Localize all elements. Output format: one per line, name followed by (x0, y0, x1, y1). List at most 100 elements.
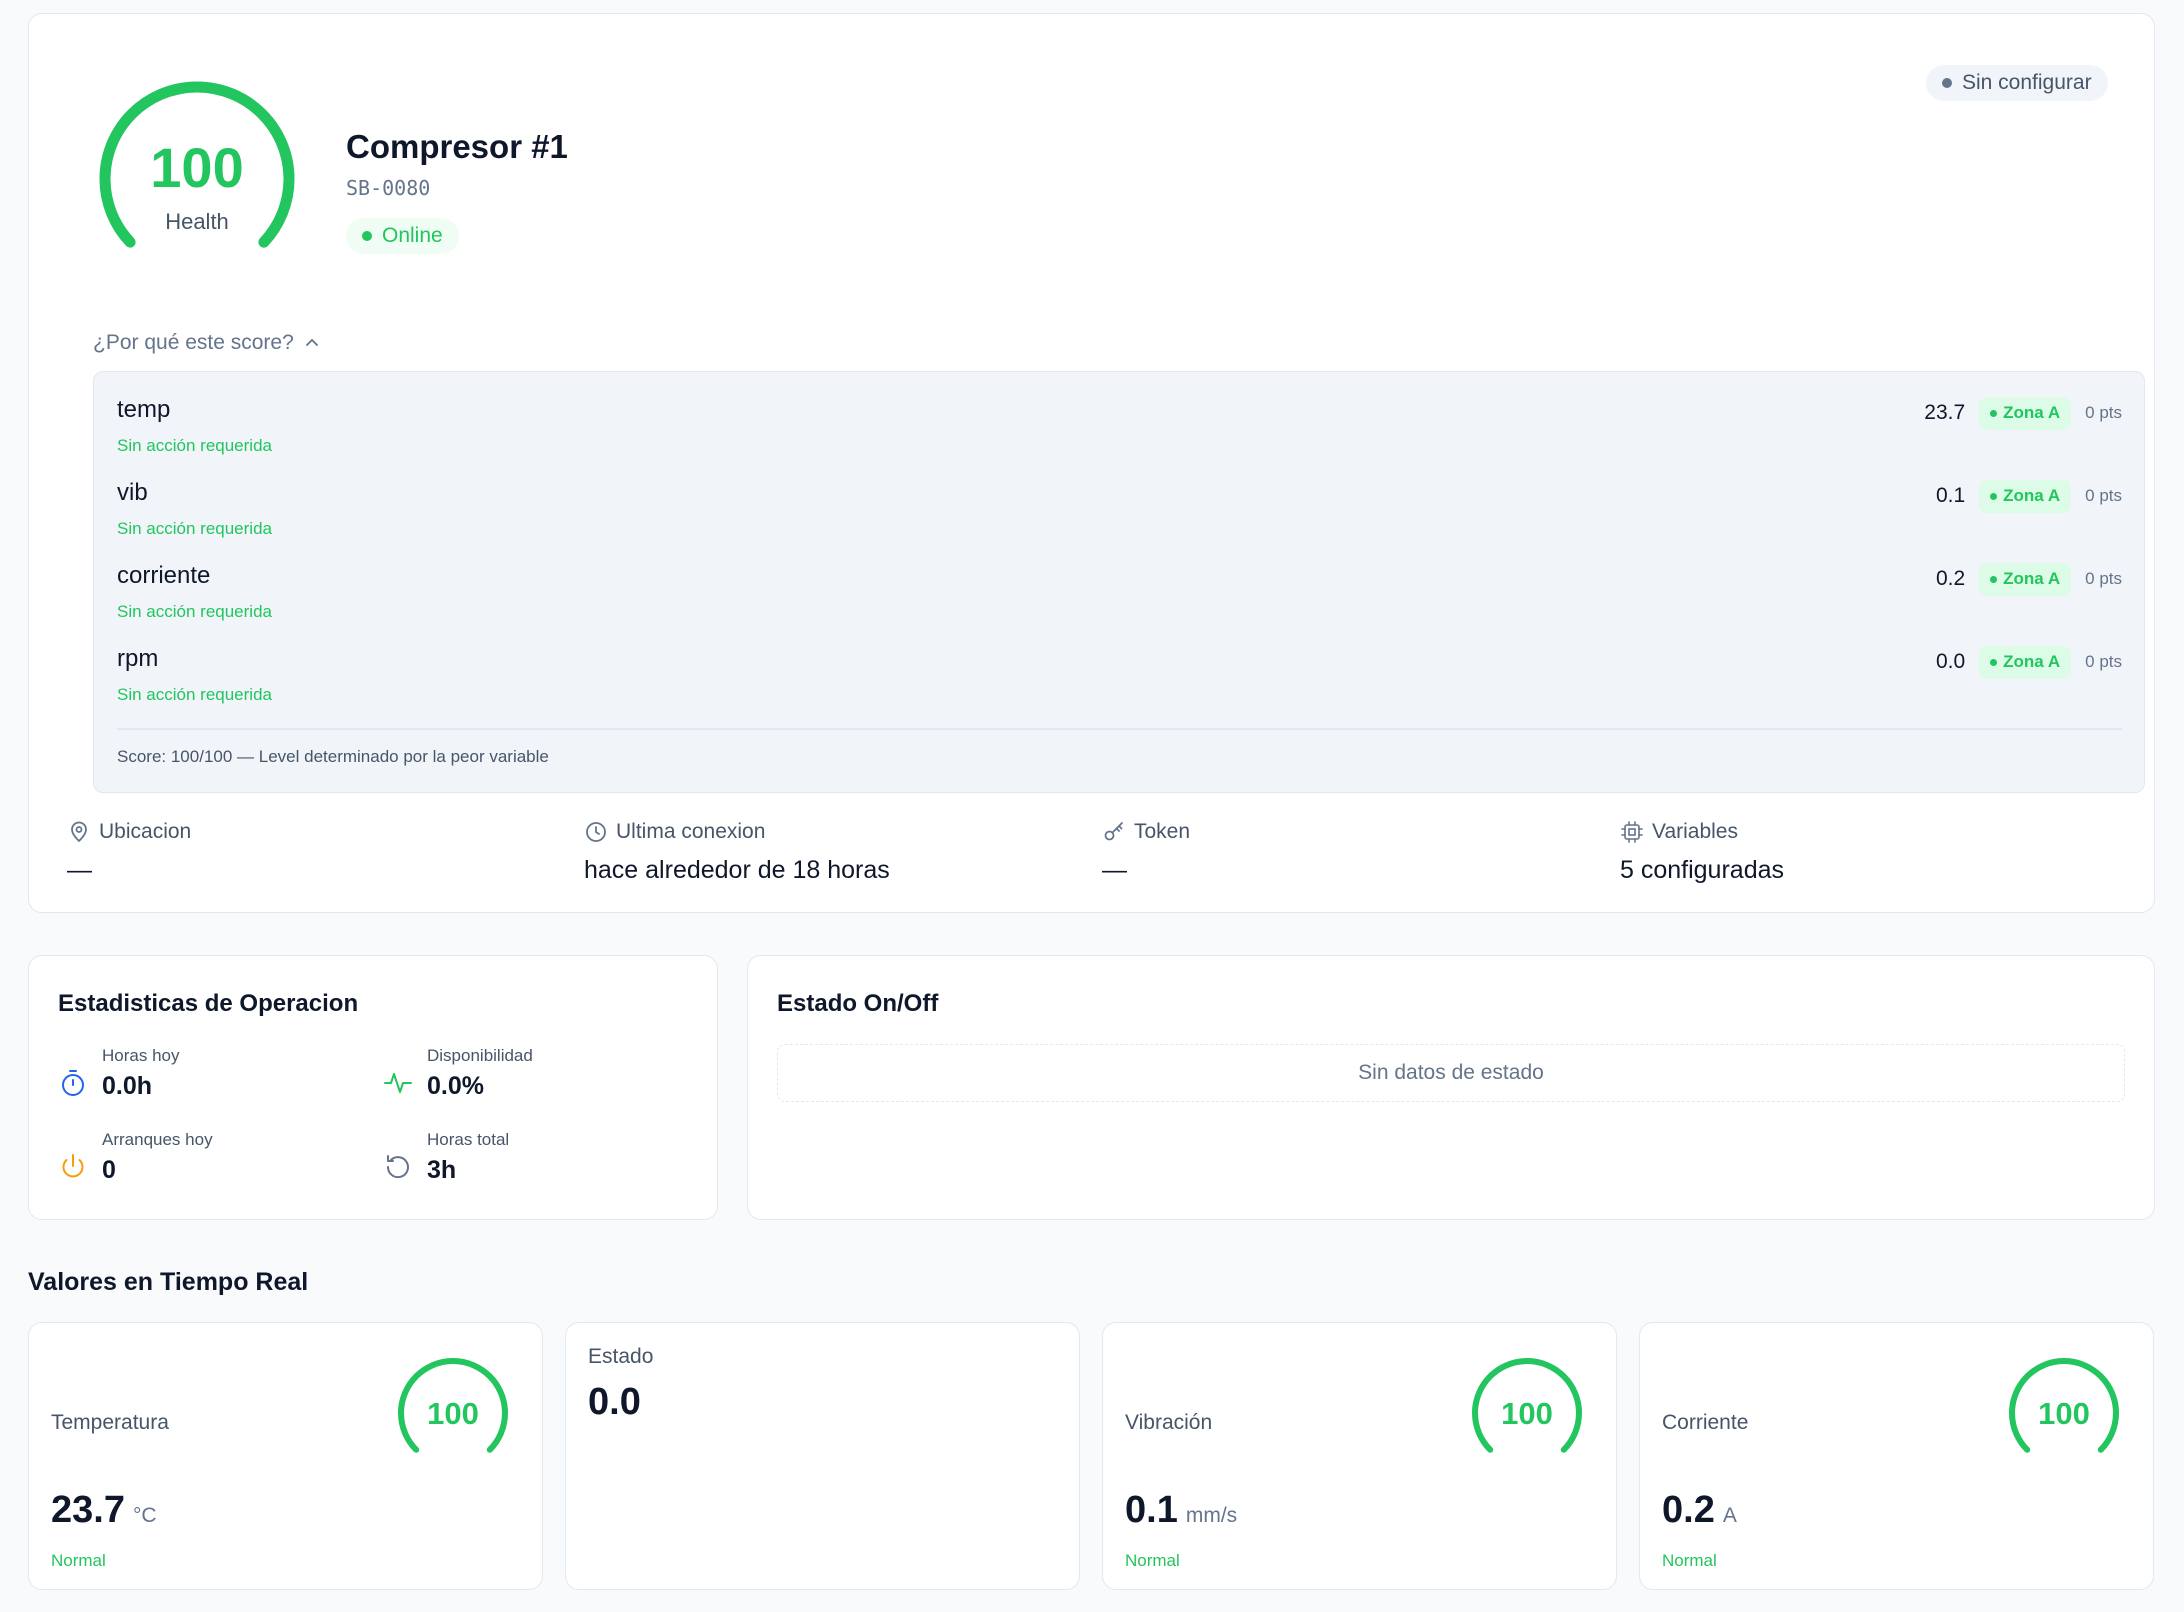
info-variables-value: 5 configuradas (1620, 856, 1785, 884)
variable-action: Sin acción requerida (117, 602, 272, 621)
zone-badge: Zona A (1979, 396, 2072, 430)
realtime-value-number: 23.7 (51, 1489, 125, 1531)
divider (117, 728, 2122, 730)
stat-total-hours-value: 3h (427, 1156, 457, 1184)
variable-value: 0.2 (1935, 567, 1966, 590)
info-variables: Variables 5 configuradas (1620, 820, 1784, 885)
variable-action: Sin acción requerida (117, 519, 272, 538)
online-status-text: Online (382, 224, 443, 247)
realtime-value: 0.1 mm/s (1125, 1489, 1237, 1532)
history-icon (386, 1155, 409, 1179)
variable-name: rpm (117, 645, 159, 672)
stat-starts-today-value: 0 (102, 1156, 116, 1184)
zone-label: Zona A (2003, 569, 2061, 588)
info-last-connection-label: Ultima conexion (616, 820, 766, 843)
stat-hours-today: Horas hoy 0.0h (58, 1046, 179, 1101)
zone-label: Zona A (2003, 486, 2061, 505)
realtime-value-unit: mm/s (1185, 1504, 1238, 1527)
variable-action: Sin acción requerida (117, 436, 272, 455)
realtime-card-vibration: Vibración 100 0.1 mm/s Normal (1102, 1322, 1617, 1590)
score-variable-row: rpm Sin acción requerida 0.0 Zona A 0 pt… (94, 645, 2144, 725)
device-name: Compresor #1 (346, 128, 568, 165)
realtime-gauge-score: 100 (1501, 1396, 1553, 1431)
score-explanation-toggle[interactable]: ¿Por qué este score? (93, 331, 320, 355)
zone-label: Zona A (2003, 403, 2061, 422)
config-status-text: Sin configurar (1962, 71, 2092, 94)
health-label: Health (165, 209, 229, 234)
stat-hours-today-label: Horas hoy (102, 1046, 180, 1065)
realtime-value-number: 0.1 (1125, 1489, 1178, 1531)
realtime-card-current: Corriente 100 0.2 A Normal (1639, 1322, 2154, 1590)
power-icon (62, 1154, 84, 1178)
variable-value: 23.7 (1924, 401, 1966, 424)
realtime-value-number: 0.0 (588, 1381, 641, 1423)
stat-availability-label: Disponibilidad (427, 1046, 533, 1065)
info-token-value: — (1102, 856, 1127, 884)
zone-dot-icon (1990, 409, 1998, 417)
realtime-gauge-score: 100 (427, 1396, 479, 1431)
variable-action: Sin acción requerida (117, 685, 272, 704)
score-summary: Score: 100/100 — Level determinado por l… (117, 747, 549, 766)
zone-badge: Zona A (1979, 479, 2072, 513)
stat-total-hours: Horas total 3h (383, 1130, 509, 1185)
info-location-value: — (67, 856, 92, 884)
stat-total-hours-label: Horas total (427, 1130, 510, 1149)
realtime-value: 23.7 °C (51, 1489, 157, 1532)
stopwatch-icon (62, 1070, 84, 1096)
variable-points: 0 pts (2085, 569, 2122, 588)
zone-badge: Zona A (1979, 562, 2072, 596)
info-last-connection-value: hace alrededor de 18 horas (584, 856, 890, 884)
online-status-badge: Online (346, 218, 459, 254)
realtime-card-state: Estado 0.0 (565, 1322, 1080, 1590)
map-pin-icon (71, 821, 87, 842)
realtime-card-temperature: Temperatura 100 23.7 °C Normal (28, 1322, 543, 1590)
health-score: 100 (150, 136, 244, 199)
zone-badge: Zona A (1979, 645, 2072, 679)
realtime-label: Corriente (1662, 1411, 1749, 1434)
clock-icon (586, 822, 606, 842)
on-off-state-card: Estado On/Off Sin datos de estado (747, 955, 2155, 1220)
variable-name: temp (117, 396, 171, 423)
chip-icon (1621, 821, 1643, 843)
on-off-title: Estado On/Off (777, 990, 939, 1017)
operation-stats-card: Estadisticas de Operacion Horas hoy 0.0h… (28, 955, 718, 1220)
variable-points: 0 pts (2085, 652, 2122, 671)
config-status-badge[interactable]: Sin configurar (1926, 65, 2108, 101)
realtime-status: Normal (1662, 1551, 1717, 1570)
realtime-value-number: 0.2 (1662, 1489, 1715, 1531)
variable-name: corriente (117, 562, 211, 589)
variable-name: vib (117, 479, 148, 506)
zone-dot-icon (1990, 658, 1998, 666)
on-off-empty-state: Sin datos de estado (777, 1044, 2125, 1102)
info-token-label: Token (1134, 820, 1191, 843)
operation-stats-title: Estadisticas de Operacion (58, 990, 359, 1017)
zone-label: Zona A (2003, 652, 2061, 671)
realtime-label: Estado (588, 1345, 654, 1368)
realtime-value-unit: A (1722, 1504, 1737, 1527)
score-variable-row: corriente Sin acción requerida 0.2 Zona … (94, 562, 2144, 642)
realtime-title: Valores en Tiempo Real (28, 1268, 309, 1296)
realtime-status: Normal (1125, 1551, 1180, 1570)
realtime-value: 0.2 A (1662, 1489, 1737, 1532)
info-location-label: Ubicacion (99, 820, 192, 843)
activity-icon (384, 1073, 412, 1093)
variable-points: 0 pts (2085, 403, 2122, 422)
status-dot-icon (362, 231, 372, 241)
realtime-label: Temperatura (51, 1411, 169, 1434)
zone-dot-icon (1990, 575, 1998, 583)
stat-hours-today-value: 0.0h (102, 1072, 153, 1100)
variable-value: 0.1 (1935, 484, 1966, 507)
key-icon (1104, 822, 1123, 841)
stat-starts-today-label: Arranques hoy (102, 1130, 213, 1149)
device-id: SB-0080 (346, 176, 431, 200)
realtime-gauge-score: 100 (2038, 1396, 2090, 1431)
realtime-value-unit: °C (132, 1504, 157, 1527)
variable-points: 0 pts (2085, 486, 2122, 505)
info-location: Ubicacion — (67, 820, 191, 885)
score-variable-row: vib Sin acción requerida 0.1 Zona A 0 pt… (94, 479, 2144, 559)
info-last-connection: Ultima conexion hace alrededor de 18 hor… (584, 820, 890, 885)
info-token: Token — (1102, 820, 1190, 885)
variable-value: 0.0 (1935, 650, 1966, 673)
stat-availability-value: 0.0% (427, 1072, 484, 1100)
info-variables-label: Variables (1652, 820, 1738, 843)
